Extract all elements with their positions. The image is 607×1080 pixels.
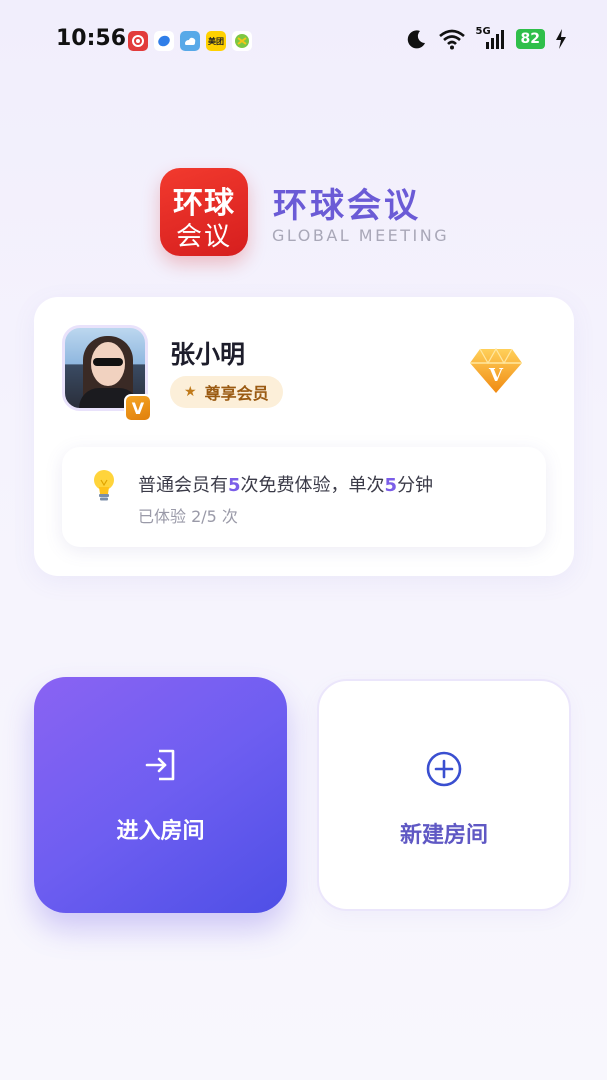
status-time: 10:56	[56, 26, 127, 51]
enter-room-label: 进入房间	[116, 819, 205, 844]
create-room-label: 新建房间	[399, 823, 488, 848]
charging-icon	[556, 29, 566, 49]
moon-icon	[407, 30, 425, 49]
meituan-icon: 美团	[206, 31, 226, 51]
app-icon-1	[128, 31, 148, 51]
app-icon-2	[154, 31, 174, 51]
star-icon: ★	[184, 384, 197, 400]
signal-icon: 5G	[476, 26, 506, 50]
member-level-badge: ★ 尊享会员	[170, 376, 283, 408]
brand-name: 环球会议	[273, 186, 421, 226]
trial-usage: 已体验 2/5 次	[138, 507, 238, 526]
user-name: 张小明	[170, 340, 246, 369]
wifi-icon	[438, 29, 465, 50]
brand-subtitle: GLOBAL MEETING	[272, 226, 450, 245]
battery-level: 82	[515, 29, 545, 49]
free-trial-tip: 普通会员有5次免费体验，单次5分钟 已体验 2/5 次	[62, 447, 546, 547]
add-circle-icon	[426, 751, 462, 787]
create-room-button[interactable]: 新建房间	[317, 679, 571, 911]
status-app-icons: 美团	[128, 31, 252, 51]
app-icon-5	[232, 31, 252, 51]
app-icon-3	[180, 31, 200, 51]
status-indicators: 5G 82	[406, 26, 567, 50]
logo-text-bottom: 会议	[175, 222, 232, 252]
trial-count: 5	[228, 475, 241, 496]
diamond-letter: V	[488, 365, 504, 386]
status-bar: 10:56 美团 5G 82	[0, 0, 607, 80]
profile-card: V 张小明 ★ 尊享会员 V 普通会员有5次免费体验，单次5分钟 已体验 2/5…	[34, 297, 574, 576]
trial-minutes: 5	[384, 475, 398, 496]
enter-room-button[interactable]: 进入房间	[34, 677, 287, 913]
vip-badge: V	[124, 394, 152, 422]
diamond-icon[interactable]: V	[468, 347, 524, 395]
trial-description: 普通会员有5次免费体验，单次5分钟	[138, 475, 434, 496]
app-logo: 环球 会议	[160, 168, 248, 256]
member-level-label: 尊享会员	[204, 384, 269, 403]
enter-icon	[145, 749, 174, 781]
lightbulb-icon	[94, 470, 114, 501]
